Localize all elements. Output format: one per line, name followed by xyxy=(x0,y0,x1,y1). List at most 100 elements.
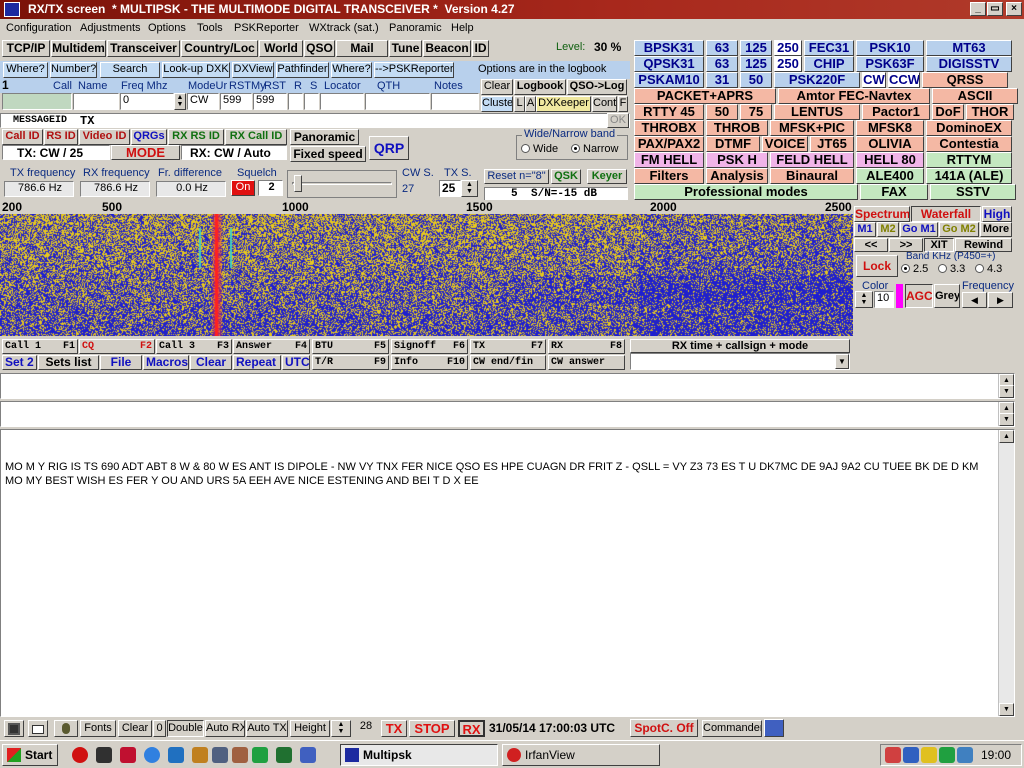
tx-speed-value[interactable]: 25 xyxy=(439,180,461,197)
quicklaunch-icon[interactable] xyxy=(192,747,208,763)
locator-field[interactable] xyxy=(320,93,364,110)
r-field[interactable] xyxy=(288,93,303,110)
rst-sent-field[interactable]: 599 xyxy=(220,93,252,110)
height-spin[interactable]: ▲ ▼ xyxy=(331,720,351,737)
qso-log-button[interactable]: QSO->Log xyxy=(567,79,627,95)
mode-button-125[interactable]: 125 xyxy=(740,40,772,56)
number-button[interactable]: Number? xyxy=(50,62,97,78)
mode-button-63[interactable]: 63 xyxy=(706,40,738,56)
menu-adjustments[interactable]: Adjustments xyxy=(80,19,141,37)
scroll-down-arrow[interactable]: ▼ xyxy=(999,703,1014,716)
tune-button[interactable]: Tune xyxy=(389,40,422,57)
mode-button-qpsk31[interactable]: QPSK31 xyxy=(634,56,704,72)
mode-button-pax-pax2[interactable]: PAX/PAX2 xyxy=(634,136,704,152)
tray-icon[interactable] xyxy=(903,747,919,763)
rst-rcvd-field[interactable]: 599 xyxy=(253,93,287,110)
squelch-slider[interactable] xyxy=(287,170,397,198)
cw-answer-button[interactable]: CW answer xyxy=(548,355,625,370)
s-field[interactable] xyxy=(304,93,319,110)
mode-button-sstv[interactable]: SSTV xyxy=(930,184,1016,200)
quicklaunch-icon[interactable] xyxy=(144,747,160,763)
menu-tools[interactable]: Tools xyxy=(197,19,223,37)
qsk-button[interactable]: QSK xyxy=(551,169,581,184)
rx-call-id-button[interactable]: RX Call ID xyxy=(225,129,287,145)
tx-button[interactable]: TX xyxy=(381,720,407,737)
mode-button-olivia[interactable]: OLIVIA xyxy=(856,136,924,152)
logbook-button[interactable]: Logbook xyxy=(514,79,566,95)
taskbar-multipsk[interactable]: Multipsk xyxy=(340,744,498,766)
high-button[interactable]: High xyxy=(982,206,1012,222)
file-button[interactable]: File xyxy=(100,355,142,370)
rx-button[interactable]: RX xyxy=(458,720,485,737)
color-spin[interactable]: ▲ ▼ xyxy=(855,291,873,308)
mode-button-rtty-45[interactable]: RTTY 45 xyxy=(634,104,704,120)
cluster-button[interactable]: Cluster xyxy=(481,96,513,112)
id-button[interactable]: ID xyxy=(472,40,489,57)
mode-button-ascii[interactable]: ASCII xyxy=(932,88,1018,104)
mode-button-psk10[interactable]: PSK10 xyxy=(856,40,924,56)
video-id-button[interactable]: Video ID xyxy=(79,129,130,145)
go-m1-button[interactable]: Go M1 xyxy=(900,222,938,237)
qrp-button[interactable]: QRP xyxy=(369,136,409,160)
mode-button-bpsk31[interactable]: BPSK31 xyxy=(634,40,704,56)
mode-button-psk63f[interactable]: PSK63F xyxy=(856,56,924,72)
menu-help[interactable]: Help xyxy=(451,19,474,37)
fkey-call3[interactable]: Call 3 F3 xyxy=(156,339,232,354)
spectrum-button[interactable]: Spectrum xyxy=(854,206,910,222)
fkey-rx[interactable]: RX F8 xyxy=(548,339,625,354)
mode-button-digisstv[interactable]: DIGISSTV xyxy=(926,56,1012,72)
m2-button[interactable]: M2 xyxy=(877,222,899,237)
dxkeeper-button[interactable]: DXKeeper xyxy=(536,96,591,112)
mode-button-lentus[interactable]: LENTUS xyxy=(774,104,860,120)
fkey-signoff[interactable]: Signoff F6 xyxy=(391,339,468,354)
stop-button[interactable]: STOP xyxy=(409,720,455,737)
next-button[interactable]: >> xyxy=(889,238,923,252)
prev-button[interactable]: << xyxy=(854,238,888,252)
quicklaunch-icon[interactable] xyxy=(252,747,268,763)
freq-left-button[interactable]: ◀ xyxy=(962,292,987,308)
freq-field[interactable]: 0 xyxy=(120,93,174,110)
a-button[interactable]: A xyxy=(525,96,536,112)
qth-field[interactable] xyxy=(365,93,430,110)
mode-button-dof[interactable]: DoF xyxy=(932,104,964,120)
mode-button-125[interactable]: 125 xyxy=(740,56,772,72)
rx-time-dropdown-arrow[interactable]: ▼ xyxy=(835,354,849,369)
mode-button-141a-ale-[interactable]: 141A (ALE) xyxy=(926,168,1012,184)
minimize-button[interactable]: _ xyxy=(970,2,986,16)
scroll-up-arrow[interactable]: ▲ xyxy=(999,430,1014,443)
quicklaunch-icon[interactable] xyxy=(120,747,136,763)
squelch-slider-thumb[interactable] xyxy=(294,175,302,192)
message-ok-button[interactable]: OK xyxy=(607,113,629,128)
pskreporter-button[interactable]: -->PSKReporter xyxy=(374,62,454,78)
transceiver-button[interactable]: Transceiver xyxy=(107,40,180,57)
quicklaunch-icon[interactable] xyxy=(232,747,248,763)
quicklaunch-icon[interactable] xyxy=(300,747,316,763)
mode-button-fec31[interactable]: FEC31 xyxy=(804,40,854,56)
rx-rs-id-button[interactable]: RX RS ID xyxy=(168,129,224,145)
mode-button-chip[interactable]: CHIP xyxy=(804,56,854,72)
beacon-button[interactable]: Beacon xyxy=(423,40,471,57)
fkey-btu[interactable]: BTU F5 xyxy=(312,339,389,354)
taskbar-irfanview[interactable]: IrfanView xyxy=(502,744,660,766)
save-icon[interactable] xyxy=(4,720,24,737)
mode-button-amtor-fec-navtex[interactable]: Amtor FEC-Navtex xyxy=(778,88,930,104)
xit-button[interactable]: XIT xyxy=(924,238,954,252)
mode-button-analysis[interactable]: Analysis xyxy=(706,168,768,184)
waterfall-display[interactable] xyxy=(0,214,853,336)
agc-button[interactable]: AGC xyxy=(905,284,933,308)
tx-text-pane[interactable]: ▲ ▼ xyxy=(0,401,1015,427)
tx-text-scrollbar[interactable]: ▲ ▼ xyxy=(998,402,1014,426)
mode-button-packet-aprs[interactable]: PACKET+APRS xyxy=(634,88,776,104)
panoramic-button[interactable]: Panoramic xyxy=(290,129,359,145)
call-id-button[interactable]: Call ID xyxy=(2,129,43,145)
mode-button-professional-modes[interactable]: Professional modes xyxy=(634,184,858,200)
tray-icon[interactable] xyxy=(885,747,901,763)
fkey-cq[interactable]: CQ F2 xyxy=(79,339,155,354)
menu-panoramic[interactable]: Panoramic xyxy=(389,19,442,37)
mode-button-ccw[interactable]: CCW xyxy=(888,72,920,88)
mode-button-dominoex[interactable]: DominoEX xyxy=(926,120,1012,136)
color-value[interactable]: 10 xyxy=(874,291,894,308)
mode-button-31[interactable]: 31 xyxy=(706,72,738,88)
spotc-button[interactable]: SpotC. Off xyxy=(630,719,698,737)
menu-configuration[interactable]: Configuration xyxy=(6,19,71,37)
